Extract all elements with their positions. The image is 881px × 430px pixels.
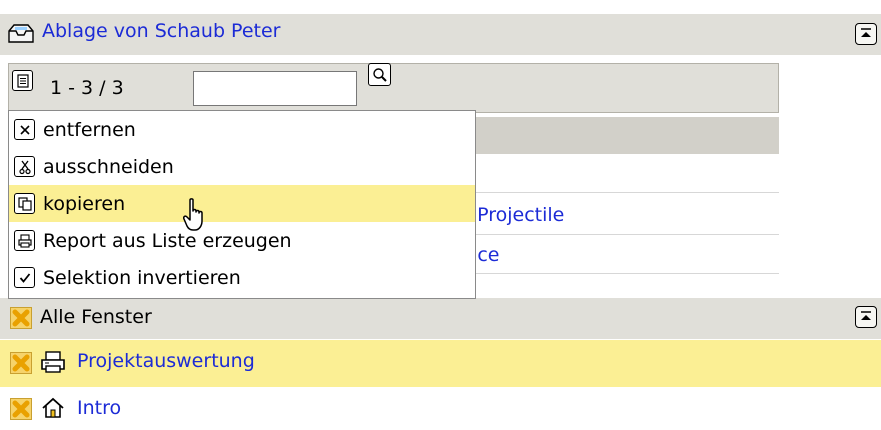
menu-label: entfernen — [43, 119, 136, 141]
collapse-button-2[interactable] — [855, 306, 877, 328]
collapse-button[interactable] — [855, 23, 877, 45]
list-menu-icon — [16, 73, 29, 88]
close-x-icon[interactable] — [10, 307, 32, 329]
search-input[interactable] — [193, 71, 357, 106]
collapse-up-icon — [861, 28, 871, 37]
scissors-icon — [14, 156, 35, 177]
close-x-icon[interactable] — [10, 352, 32, 374]
search-icon — [372, 67, 387, 82]
printer-icon — [41, 351, 65, 373]
checkbox-icon — [14, 267, 35, 288]
printer-icon — [14, 230, 35, 251]
panel2-title: Alle Fenster — [40, 306, 152, 328]
close-x-icon[interactable] — [10, 398, 32, 420]
menu-item-kopieren[interactable]: kopieren — [9, 185, 475, 222]
panel-title[interactable]: Ablage von Schaub Peter — [42, 20, 280, 42]
tray-icon — [8, 24, 34, 43]
menu-label: Selektion invertieren — [43, 267, 241, 289]
window-link[interactable]: Intro — [77, 397, 121, 419]
close-box-icon — [14, 119, 35, 140]
hand-cursor-icon — [183, 198, 203, 231]
menu-button[interactable] — [12, 70, 33, 91]
menu-item-entfernen[interactable]: entfernen — [9, 111, 475, 148]
window-row[interactable]: Intro — [0, 388, 881, 430]
window-row[interactable]: Projektauswertung — [0, 340, 881, 387]
search-button[interactable] — [368, 63, 391, 86]
menu-label: ausschneiden — [43, 156, 174, 178]
home-icon — [42, 397, 64, 418]
copy-icon — [14, 193, 35, 214]
pager-text: 1 - 3 / 3 — [50, 77, 124, 99]
menu-label: Report aus Liste erzeugen — [43, 230, 292, 252]
menu-item-selektion[interactable]: Selektion invertieren — [9, 259, 475, 296]
menu-label: kopieren — [43, 193, 126, 215]
menu-item-ausschneiden[interactable]: ausschneiden — [9, 148, 475, 185]
window-link[interactable]: Projektauswertung — [77, 350, 255, 372]
menu-item-report[interactable]: Report aus Liste erzeugen — [9, 222, 475, 259]
context-menu: entfernen ausschneiden kopieren Report a… — [8, 110, 476, 299]
collapse-up-icon — [861, 311, 871, 320]
